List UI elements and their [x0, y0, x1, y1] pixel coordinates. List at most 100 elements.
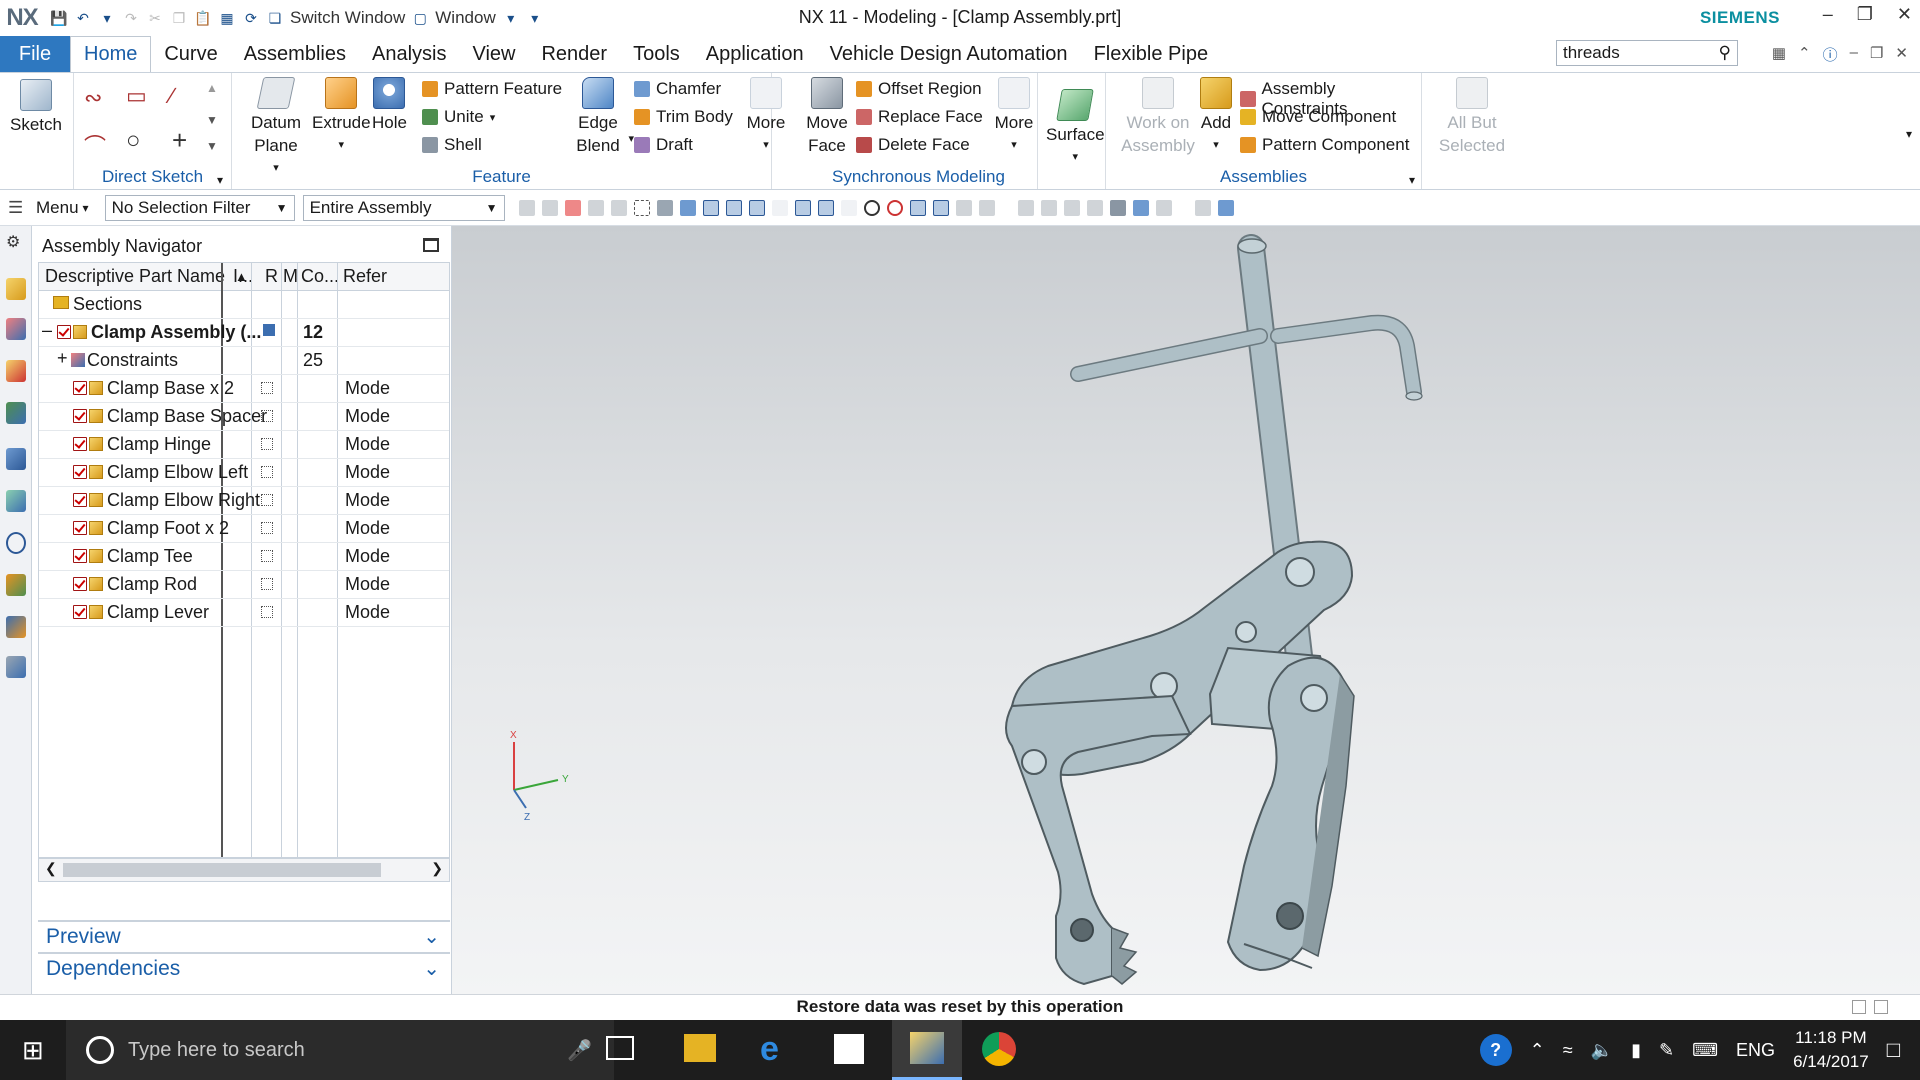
- assembly-navigator-icon[interactable]: [6, 278, 26, 300]
- help-icon[interactable]: ?: [1479, 1034, 1512, 1066]
- select-feature-icon[interactable]: [518, 199, 535, 216]
- sketch-button[interactable]: Sketch: [10, 79, 62, 136]
- snap-point-on-curve-icon[interactable]: [909, 199, 926, 216]
- constraint-navigator-icon[interactable]: [6, 318, 26, 340]
- pattern-feature-button[interactable]: Pattern Feature: [422, 79, 562, 99]
- nx-taskbar-button[interactable]: [892, 1020, 962, 1080]
- hole-button[interactable]: Hole: [372, 77, 407, 134]
- chrome-icon[interactable]: [982, 1032, 1016, 1066]
- expand-icon[interactable]: +: [57, 348, 68, 369]
- line-icon[interactable]: ∕: [170, 83, 174, 109]
- reference-only-checkbox[interactable]: [261, 550, 273, 562]
- tree-row-component[interactable]: Clamp Tee Mode: [39, 543, 449, 571]
- paste-icon[interactable]: 📋: [194, 9, 212, 27]
- nx-logo[interactable]: NX: [0, 0, 44, 36]
- rectangle-select-icon[interactable]: [633, 199, 650, 216]
- visibility-checkbox[interactable]: [73, 437, 87, 451]
- collapse-icon[interactable]: –: [42, 320, 52, 341]
- edit-work-section-icon[interactable]: [1217, 199, 1234, 216]
- reference-only-checkbox[interactable]: [261, 494, 273, 506]
- scroll-left-icon[interactable]: ❮: [45, 860, 57, 877]
- tree-row-component[interactable]: Clamp Hinge Mode: [39, 431, 449, 459]
- snap-point-icon[interactable]: [702, 199, 719, 216]
- edge-blend-button[interactable]: Edge Blend ▾: [570, 77, 634, 157]
- point-icon[interactable]: +: [172, 125, 187, 156]
- customize-qat-icon[interactable]: ▾: [526, 9, 544, 27]
- status-toggle-icon[interactable]: [1852, 1000, 1866, 1014]
- tab-render[interactable]: Render: [528, 36, 620, 72]
- scroll-right-icon[interactable]: ❯: [431, 860, 443, 877]
- doc-minimize-icon[interactable]: –: [1850, 44, 1858, 65]
- chevron-down-icon[interactable]: ⌄: [423, 956, 440, 981]
- snap-control-point-icon[interactable]: [771, 199, 788, 216]
- top-border-bar-icon[interactable]: ☰: [8, 198, 28, 218]
- visibility-checkbox[interactable]: [73, 577, 87, 591]
- gallery-expand-icon[interactable]: ▼: [206, 139, 218, 153]
- column-count[interactable]: Co...: [301, 266, 339, 287]
- window-menu-button[interactable]: Window: [435, 8, 495, 28]
- command-finder-input[interactable]: threads ⚲: [1556, 40, 1738, 66]
- sheet-body-icon[interactable]: [679, 199, 696, 216]
- tab-curve[interactable]: Curve: [151, 36, 230, 72]
- visibility-checkbox[interactable]: [73, 409, 87, 423]
- view-section-icon[interactable]: [1132, 199, 1149, 216]
- scroll-down-icon[interactable]: ▼: [206, 113, 218, 127]
- scrollbar-thumb[interactable]: [63, 863, 381, 877]
- taskbar-search-box[interactable]: Type here to search 🎤: [66, 1020, 614, 1080]
- tab-home[interactable]: Home: [70, 36, 152, 72]
- restore-icon[interactable]: ❐: [1857, 4, 1873, 25]
- tree-row-component[interactable]: Clamp Base Spacer Mode: [39, 403, 449, 431]
- switch-window-button[interactable]: Switch Window: [290, 8, 405, 28]
- resource-settings-icon[interactable]: ⚙: [6, 232, 26, 254]
- feature-more-button[interactable]: More ▾: [744, 77, 788, 157]
- tree-row-component[interactable]: Clamp Lever Mode: [39, 599, 449, 627]
- collapse-ribbon-icon[interactable]: ⌃: [1798, 44, 1811, 65]
- minimize-icon[interactable]: –: [1823, 4, 1833, 25]
- wifi-icon[interactable]: ≈: [1563, 1040, 1573, 1061]
- snap-quadrant-icon[interactable]: [840, 199, 857, 216]
- undo-dropdown-icon[interactable]: ▾: [98, 9, 116, 27]
- dependencies-panel-header[interactable]: Dependencies ⌄: [38, 952, 450, 982]
- task-view-icon[interactable]: [606, 1036, 634, 1060]
- pen-icon[interactable]: ✎: [1659, 1040, 1674, 1061]
- extrude-button[interactable]: Extrude ▾: [312, 77, 371, 157]
- full-screen-icon[interactable]: [1874, 1000, 1888, 1014]
- visibility-checkbox[interactable]: [73, 605, 87, 619]
- windows-start-icon[interactable]: ⊞: [22, 1035, 44, 1066]
- copy-icon[interactable]: ❐: [170, 9, 188, 27]
- help-icon[interactable]: ⓘ: [1823, 44, 1838, 65]
- snap-circle-icon[interactable]: [886, 199, 903, 216]
- snap-mid-point-icon[interactable]: [748, 199, 765, 216]
- taskbar-clock[interactable]: 11:18 PM 6/14/2017: [1793, 1026, 1869, 1074]
- group-dropdown-icon[interactable]: ▾: [217, 173, 223, 187]
- tree-row-constraints[interactable]: + Constraints 25: [39, 347, 449, 375]
- reference-only-checkbox[interactable]: [261, 410, 273, 422]
- datum-plane-button[interactable]: Datum Plane ▾: [246, 77, 306, 180]
- store-icon[interactable]: [834, 1034, 864, 1064]
- reference-only-checkbox[interactable]: [261, 438, 273, 450]
- chevron-down-icon[interactable]: ⌄: [423, 924, 440, 949]
- draft-button[interactable]: Draft: [634, 135, 693, 155]
- volume-icon[interactable]: 🔈: [1591, 1040, 1613, 1061]
- undo-icon[interactable]: ↶: [74, 9, 92, 27]
- snap-intersection-icon[interactable]: [794, 199, 811, 216]
- add-component-button[interactable]: Add ▾: [1200, 77, 1232, 157]
- arc-icon[interactable]: ⌒: [84, 129, 106, 161]
- action-center-icon[interactable]: □: [1887, 1037, 1900, 1063]
- save-icon[interactable]: 💾: [50, 9, 68, 27]
- tab-view[interactable]: View: [459, 36, 528, 72]
- web-browser-icon[interactable]: [6, 490, 26, 512]
- visibility-checkbox[interactable]: [73, 493, 87, 507]
- reference-only-checkbox[interactable]: [261, 382, 273, 394]
- rectangle-icon[interactable]: ▭: [126, 83, 147, 109]
- repeat-command-icon[interactable]: ⟳: [242, 9, 260, 27]
- touch-keyboard-icon[interactable]: ⌨: [1692, 1040, 1718, 1061]
- column-descriptive-part-name[interactable]: Descriptive Part Name: [45, 266, 225, 287]
- clamp-assembly-model[interactable]: X Y Z: [452, 226, 1920, 994]
- delete-face-button[interactable]: Delete Face: [856, 135, 970, 155]
- redo-icon[interactable]: ↷: [122, 9, 140, 27]
- show-hide-icon[interactable]: [1155, 199, 1172, 216]
- replace-face-button[interactable]: Replace Face: [856, 107, 983, 127]
- visibility-checkbox[interactable]: [73, 549, 87, 563]
- part-navigator-icon[interactable]: [6, 360, 26, 382]
